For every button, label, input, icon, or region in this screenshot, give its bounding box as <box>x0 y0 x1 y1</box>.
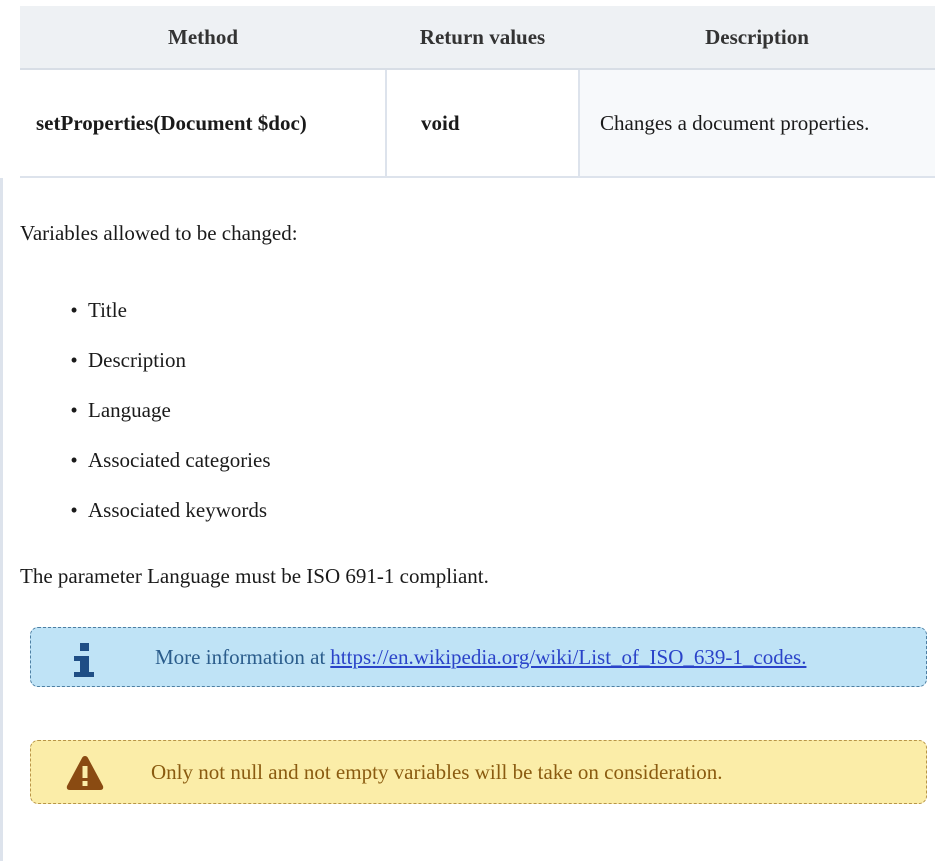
bullet-icon: • <box>70 498 78 522</box>
column-header-method: Method <box>20 6 386 70</box>
method-description: Changes a document properties. <box>579 69 935 178</box>
list-item: • Associated keywords <box>60 485 271 535</box>
column-header-description: Description <box>579 6 935 70</box>
list-item-label: Description <box>88 348 186 372</box>
list-item-label: Associated keywords <box>88 498 268 522</box>
column-header-return-values: Return values <box>386 6 579 70</box>
warning-callout: Only not null and not empty variables wi… <box>30 740 927 804</box>
iso-codes-link[interactable]: https://en.wikipedia.org/wiki/List_of_IS… <box>330 645 806 670</box>
left-border-rule <box>0 178 3 861</box>
bullet-icon: • <box>70 448 78 472</box>
bullet-icon: • <box>70 398 78 422</box>
info-callout-text: More information at <box>155 644 326 669</box>
variables-intro: Variables allowed to be changed: <box>20 221 298 245</box>
list-item: • Description <box>60 335 271 385</box>
info-callout-body: More information at https://en.wikipedia… <box>155 628 806 686</box>
method-signature: setProperties(Document $doc) <box>20 69 387 178</box>
list-item-label: Associated categories <box>88 448 271 472</box>
list-item: • Title <box>60 285 271 335</box>
list-item: • Language <box>60 385 271 435</box>
variables-list: • Title • Description • Language • Associate… <box>60 285 271 535</box>
info-icon <box>74 643 94 677</box>
warning-icon <box>66 756 104 790</box>
language-note: The parameter Language must be ISO 691-1… <box>20 564 489 588</box>
bullet-icon: • <box>70 298 78 322</box>
list-item-label: Language <box>88 398 171 422</box>
bullet-icon: • <box>70 348 78 372</box>
list-item: • Associated categories <box>60 435 271 485</box>
table-row: setProperties(Document $doc) void Change… <box>20 69 935 178</box>
table-header-row: Method Return values Description <box>20 6 935 70</box>
return-value: void <box>386 69 580 178</box>
method-table: Method Return values Description setProp… <box>20 6 935 178</box>
warning-callout-text: Only not null and not empty variables wi… <box>151 759 723 784</box>
list-item-label: Title <box>88 298 127 322</box>
info-callout: More information at https://en.wikipedia… <box>30 627 927 687</box>
